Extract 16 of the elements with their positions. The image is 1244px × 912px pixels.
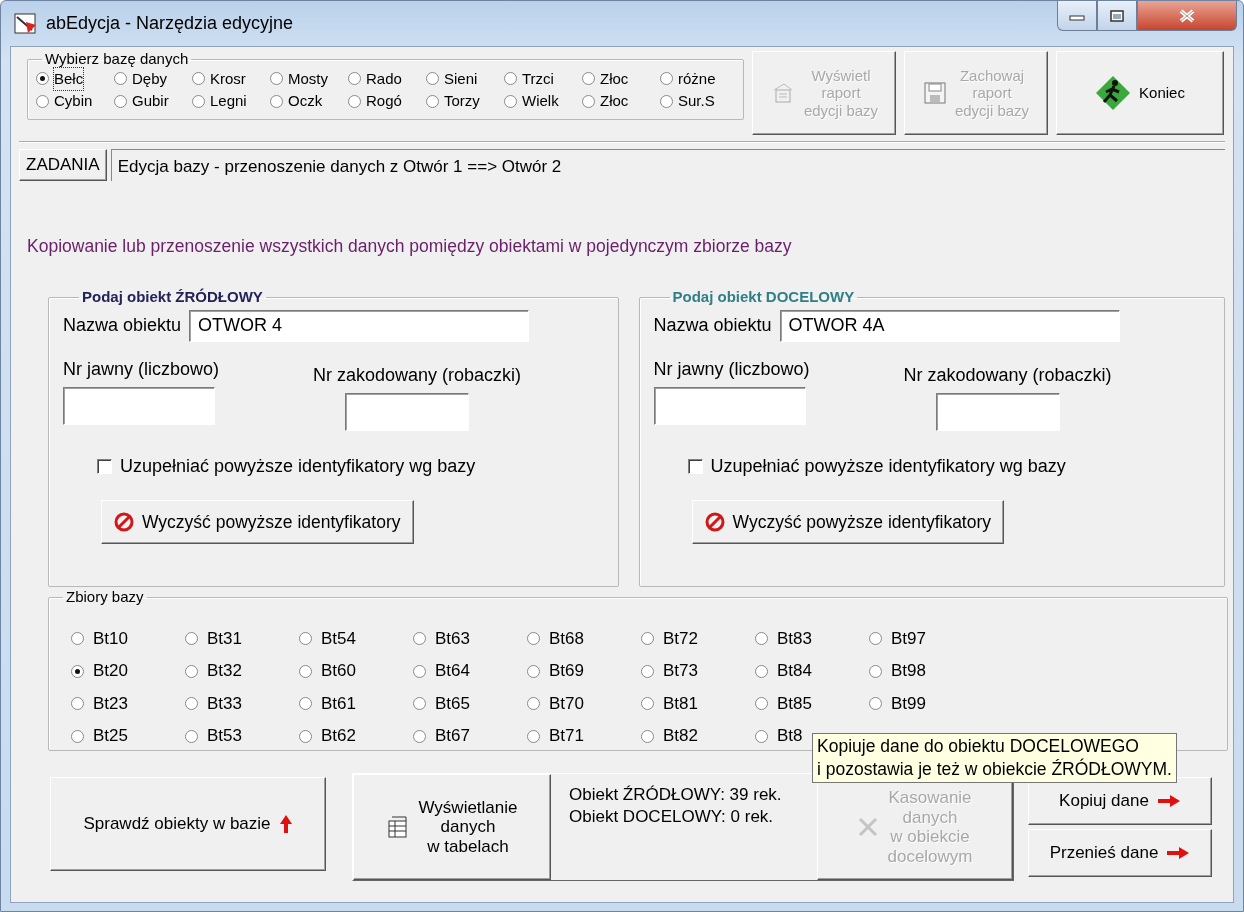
field-label: Nr jawny (liczbowo)	[653, 357, 811, 381]
field-label: Nazwa obiektu	[653, 314, 772, 338]
field-label: Nr zakodowany (robaczki)	[903, 363, 1112, 387]
tooltip: Kopiuje dane do obiektu DOCELOWEGO i pozostawia je też w obiekcie ŹRÓDŁOWYM.	[812, 733, 1177, 783]
record-count: Obiekt ŹRÓDŁOWY: 39 rek.	[569, 784, 783, 807]
field-label: Nr zakodowany (robaczki)	[313, 363, 522, 387]
task-title: Edycja bazy - przenoszenie danych z Otwór 1 ==> Otwór 2	[110, 149, 1225, 181]
group-label: Wybierz bazę danych	[44, 51, 190, 68]
field-label: Nazwa obiektu	[63, 314, 182, 338]
group-label: Podaj obiekt ŹRÓDŁOWY	[81, 289, 264, 306]
window-title: abEdycja - Narzędzia edycyjne	[46, 12, 294, 35]
record-count: Obiekt DOCELOWY: 0 rek.	[569, 806, 775, 829]
group-label: Zbiory bazy	[65, 589, 145, 606]
group-label: Podaj obiekt DOCELOWY	[671, 289, 856, 306]
field-label: Nr jawny (liczbowo)	[63, 357, 221, 381]
description-text: Kopiowanie lub przenoszenie wszystkich danych pomiędzy obiektami w pojedynczym zbiorze bazy	[27, 235, 793, 258]
